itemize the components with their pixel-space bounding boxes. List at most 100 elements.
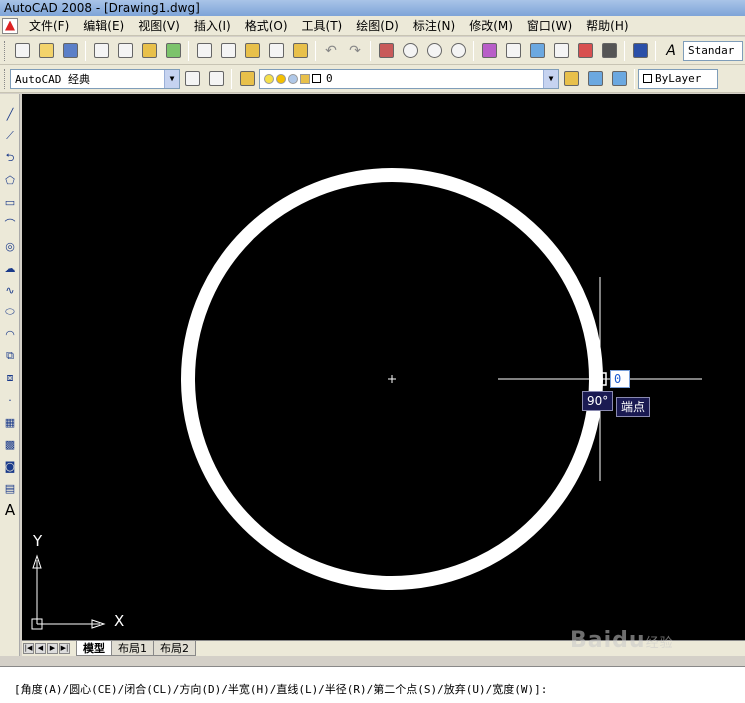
copy-icon[interactable] bbox=[217, 40, 239, 62]
menu-view[interactable]: 视图(V) bbox=[131, 16, 187, 36]
command-line[interactable]: [角度(A)/圆心(CE)/闭合(CL)/方向(D)/半宽(H)/直线(L)/半… bbox=[0, 666, 745, 703]
revision-cloud-icon[interactable]: ☁ bbox=[2, 260, 18, 276]
layer-previous-icon[interactable] bbox=[584, 68, 606, 90]
tool-palettes-icon[interactable] bbox=[526, 40, 548, 62]
menu-insert[interactable]: 插入(I) bbox=[187, 16, 238, 36]
region-icon[interactable]: ◙ bbox=[2, 458, 18, 474]
my-workspace-icon[interactable] bbox=[205, 68, 227, 90]
calculator-icon[interactable] bbox=[598, 40, 620, 62]
ucs-y-label: Y bbox=[33, 532, 43, 550]
toolbar-separator bbox=[370, 40, 371, 61]
ellipse-icon[interactable]: ⬭ bbox=[2, 304, 18, 320]
line-icon[interactable]: ╱ bbox=[2, 106, 18, 122]
spline-icon[interactable]: ∿ bbox=[2, 282, 18, 298]
chevron-down-icon[interactable]: ▼ bbox=[164, 69, 179, 88]
table-icon[interactable]: ▤ bbox=[2, 480, 18, 496]
color-value: ByLayer bbox=[655, 72, 702, 85]
print-preview-icon[interactable] bbox=[114, 40, 136, 62]
sheet-set-icon[interactable] bbox=[550, 40, 572, 62]
block-editor-icon[interactable] bbox=[289, 40, 311, 62]
watermark-suffix: 经验 bbox=[645, 636, 674, 651]
chevron-down-icon[interactable]: ▼ bbox=[543, 69, 558, 88]
window-title: AutoCAD 2008 - [Drawing1.dwg] bbox=[4, 1, 200, 15]
design-center-icon[interactable] bbox=[502, 40, 524, 62]
menu-draw[interactable]: 绘图(D) bbox=[349, 16, 406, 36]
toolbar-separator bbox=[85, 40, 86, 61]
tab-layout2[interactable]: 布局2 bbox=[153, 641, 196, 656]
circle-icon[interactable]: ◎ bbox=[2, 238, 18, 254]
polyline-icon[interactable]: ⮌ bbox=[2, 150, 18, 166]
toolbar-separator bbox=[634, 68, 635, 89]
redo-icon[interactable]: ↷ bbox=[344, 40, 366, 62]
text-style-value: Standar bbox=[688, 44, 735, 57]
layer-dropdown[interactable]: 0 ▼ bbox=[259, 68, 559, 89]
new-icon[interactable] bbox=[11, 40, 33, 62]
first-tab-icon[interactable]: |◀ bbox=[23, 643, 34, 654]
drawing-canvas-svg[interactable] bbox=[22, 94, 745, 640]
standard-toolbar: ↶ ↷ A Standar bbox=[0, 37, 745, 65]
splitter[interactable] bbox=[0, 656, 745, 666]
tab-layout1[interactable]: 布局1 bbox=[111, 641, 154, 656]
last-tab-icon[interactable]: ▶| bbox=[59, 643, 70, 654]
properties-icon[interactable] bbox=[478, 40, 500, 62]
gradient-icon[interactable]: ▩ bbox=[2, 436, 18, 452]
next-tab-icon[interactable]: ▶ bbox=[47, 643, 58, 654]
polygon-icon[interactable]: ⬠ bbox=[2, 172, 18, 188]
arc-icon[interactable]: ⌒ bbox=[2, 216, 18, 232]
menu-edit[interactable]: 编辑(E) bbox=[76, 16, 131, 36]
cut-icon[interactable] bbox=[193, 40, 215, 62]
menu-dimension[interactable]: 标注(N) bbox=[406, 16, 462, 36]
undo-icon[interactable]: ↶ bbox=[320, 40, 342, 62]
match-properties-icon[interactable] bbox=[265, 40, 287, 62]
rectangle-icon[interactable]: ▭ bbox=[2, 194, 18, 210]
make-block-icon[interactable]: ⧈ bbox=[2, 370, 18, 386]
osnap-tooltip: 端点 bbox=[616, 397, 651, 417]
menu-modify[interactable]: 修改(M) bbox=[462, 16, 520, 36]
menu-format[interactable]: 格式(O) bbox=[238, 16, 295, 36]
workspace-layer-toolbar: AutoCAD 经典 ▼ 0 ▼ ByLayer bbox=[0, 65, 745, 93]
toolbar-grip[interactable] bbox=[4, 68, 7, 89]
baidu-watermark: Baidu经验 bbox=[570, 628, 674, 653]
freeze-icon bbox=[288, 73, 298, 84]
layer-states-icon[interactable] bbox=[608, 68, 630, 90]
toolbar-separator bbox=[655, 40, 656, 61]
autocad-logo-icon[interactable] bbox=[2, 17, 18, 34]
text-style-dropdown[interactable]: Standar bbox=[683, 40, 743, 61]
zoom-window-icon[interactable] bbox=[423, 40, 445, 62]
multiline-text-icon[interactable]: A bbox=[2, 501, 18, 519]
open-icon[interactable] bbox=[35, 40, 57, 62]
draw-toolbar: ╱ ⟋ ⮌ ⬠ ▭ ⌒ ◎ ☁ ∿ ⬭ ◠ ⧉ ⧈ · ▦ ▩ ◙ ▤ A bbox=[0, 94, 20, 664]
workspace-settings-icon[interactable] bbox=[181, 68, 203, 90]
3d-dwf-icon[interactable] bbox=[162, 40, 184, 62]
ellipse-arc-icon[interactable]: ◠ bbox=[2, 326, 18, 342]
make-object-layer-current-icon[interactable] bbox=[560, 68, 582, 90]
publish-icon[interactable] bbox=[138, 40, 160, 62]
text-style-icon[interactable]: A bbox=[660, 40, 682, 62]
drawing-area[interactable]: X Y 0 90° 端点 bbox=[22, 94, 745, 640]
title-bar: AutoCAD 2008 - [Drawing1.dwg] bbox=[0, 0, 745, 16]
markup-icon[interactable] bbox=[574, 40, 596, 62]
print-icon[interactable] bbox=[90, 40, 112, 62]
point-icon[interactable]: · bbox=[2, 392, 18, 408]
insert-block-icon[interactable]: ⧉ bbox=[2, 348, 18, 364]
zoom-realtime-icon[interactable] bbox=[399, 40, 421, 62]
workspace-dropdown[interactable]: AutoCAD 经典 ▼ bbox=[10, 68, 180, 89]
menu-help[interactable]: 帮助(H) bbox=[579, 16, 635, 36]
construction-line-icon[interactable]: ⟋ bbox=[2, 128, 18, 144]
menu-file[interactable]: 文件(F) bbox=[22, 16, 76, 36]
save-icon[interactable] bbox=[59, 40, 81, 62]
tab-model[interactable]: 模型 bbox=[76, 641, 112, 656]
hatch-icon[interactable]: ▦ bbox=[2, 414, 18, 430]
menu-tools[interactable]: 工具(T) bbox=[295, 16, 350, 36]
layer-manager-icon[interactable] bbox=[236, 68, 258, 90]
pan-icon[interactable] bbox=[375, 40, 397, 62]
paste-icon[interactable] bbox=[241, 40, 263, 62]
prev-tab-icon[interactable]: ◀ bbox=[35, 643, 46, 654]
menu-window[interactable]: 窗口(W) bbox=[520, 16, 579, 36]
toolbar-separator bbox=[231, 68, 232, 89]
help-icon[interactable] bbox=[629, 40, 651, 62]
toolbar-grip[interactable] bbox=[4, 40, 7, 61]
dynamic-input-field[interactable]: 0 bbox=[610, 370, 630, 388]
zoom-previous-icon[interactable] bbox=[447, 40, 469, 62]
color-dropdown[interactable]: ByLayer bbox=[638, 68, 718, 89]
